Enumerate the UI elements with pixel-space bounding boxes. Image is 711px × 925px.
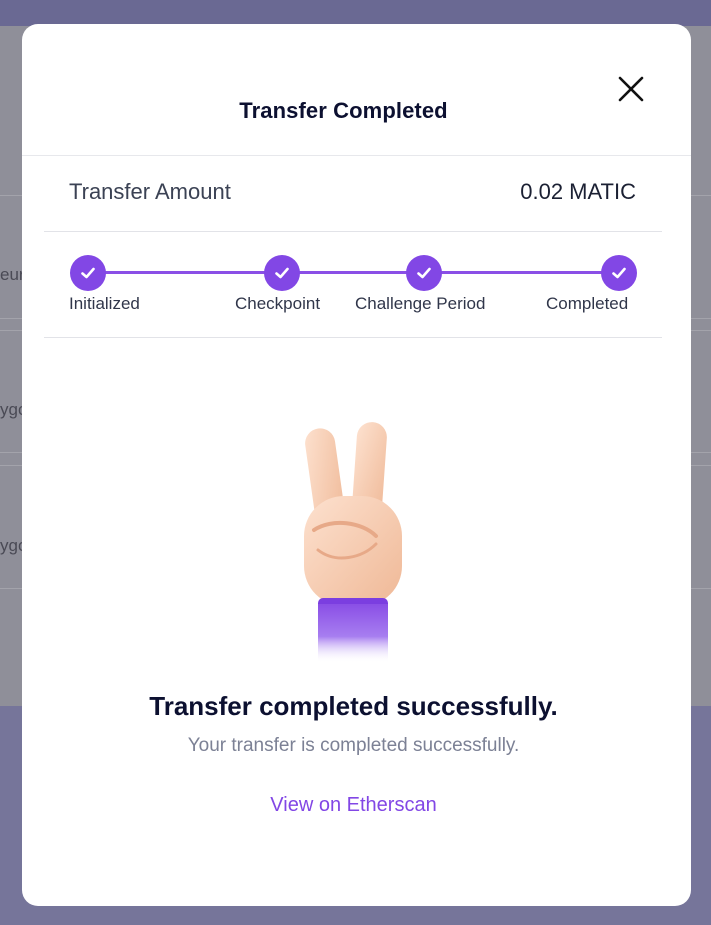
step-completed-check-icon — [601, 255, 637, 291]
close-icon — [618, 76, 644, 102]
close-button[interactable] — [616, 74, 646, 104]
background-row-text: eur — [0, 265, 25, 284]
success-title: Transfer completed successfully. — [149, 691, 558, 721]
transfer-amount-value: 0.02 MATIC — [520, 179, 636, 204]
transfer-amount-label: Transfer Amount — [69, 179, 231, 204]
stepper-line — [87, 271, 623, 274]
success-subtitle: Your transfer is completed successfully. — [187, 735, 520, 756]
stepper-divider — [44, 337, 662, 338]
step-label-challenge-period: Challenge Period — [355, 294, 486, 313]
step-label-initialized: Initialized — [69, 294, 140, 313]
step-label-checkpoint: Checkpoint — [235, 294, 321, 313]
view-on-etherscan-link[interactable]: View on Etherscan — [22, 794, 685, 817]
progress-stepper: Initialized Checkpoint Challenge Period … — [22, 254, 691, 324]
step-checkpoint-check-icon — [264, 255, 300, 291]
transfer-modal: Transfer Completed Transfer Amount 0.02 … — [22, 24, 691, 906]
header-divider — [22, 155, 691, 156]
background-header — [0, 0, 711, 26]
victory-hand-icon — [304, 422, 402, 663]
modal-title: Transfer Completed — [239, 98, 448, 123]
step-initialized-check-icon — [70, 255, 106, 291]
step-label-completed: Completed — [546, 294, 629, 313]
step-challenge-period-check-icon — [406, 255, 442, 291]
amount-divider — [44, 231, 662, 232]
